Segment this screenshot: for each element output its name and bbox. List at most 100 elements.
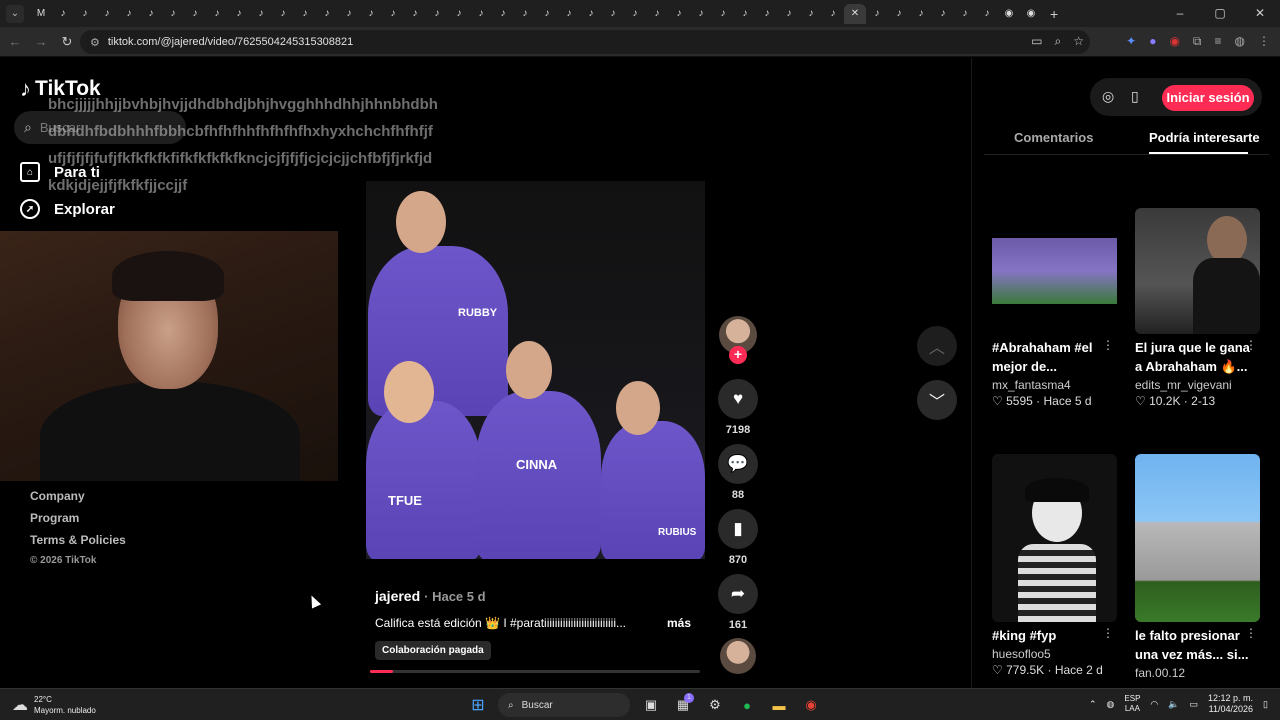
browser-tab[interactable]: ♪ [976, 4, 998, 24]
browser-tab[interactable]: ♪ [800, 4, 822, 24]
browser-tab[interactable]: ♪ [514, 4, 536, 24]
browser-tab[interactable]: M [30, 4, 52, 24]
tab-search-button[interactable]: ⌄ [6, 4, 24, 23]
sidebar-item-para-ti[interactable]: ⌂ Para ti [20, 162, 100, 182]
browser-tab[interactable]: ♪ [250, 4, 272, 24]
save-action[interactable]: ▮ 870 [718, 509, 758, 566]
video-author[interactable]: jajered · Hace 5 d [375, 588, 486, 604]
browser-tab[interactable]: ♪ [558, 4, 580, 24]
browser-tab[interactable]: ♪ [96, 4, 118, 24]
browser-tab[interactable]: ♪ [118, 4, 140, 24]
card-author[interactable]: mx_fantasma4 [992, 378, 1122, 392]
browser-tab[interactable]: ♪ [888, 4, 910, 24]
browser-tab[interactable]: ♪ [206, 4, 228, 24]
search-box[interactable]: ⌕ [14, 111, 186, 144]
browser-tab[interactable]: ♪ [756, 4, 778, 24]
browser-tab[interactable]: ♪ [822, 4, 844, 24]
browser-tab[interactable]: ◉ [998, 4, 1020, 24]
taskbar-search[interactable]: ⌕ Buscar [498, 693, 630, 717]
extension-icon[interactable]: ✦ [1126, 34, 1136, 49]
browser-tab[interactable]: ♪ [536, 4, 558, 24]
more-options-icon[interactable]: ⋮ [1102, 626, 1114, 640]
site-info-icon[interactable]: ⚙ [90, 36, 100, 49]
bookmark-star-icon[interactable]: ☆ [1073, 34, 1084, 49]
zoom-icon[interactable]: ⌕ [1055, 34, 1062, 49]
back-icon[interactable]: ← [4, 34, 26, 49]
browser-tab[interactable]: ♪ [932, 4, 954, 24]
previous-video-button[interactable]: ︿ [917, 326, 957, 366]
forward-icon[interactable]: → [30, 34, 52, 49]
author-name[interactable]: jajered [375, 588, 420, 604]
footer-link-terms[interactable]: Terms & Policies [30, 533, 126, 547]
extension-icon[interactable]: ● [1149, 34, 1156, 49]
browser-tab[interactable]: ♪ [448, 4, 470, 24]
profile-avatar[interactable]: ◍ [1235, 34, 1245, 49]
video-thumbnail[interactable] [992, 208, 1117, 334]
browser-tab[interactable]: ♪ [426, 4, 448, 24]
suggested-video-card[interactable]: ⋮ #king #fyp huesofloo5 ♡ 779.5K · Hace … [992, 454, 1122, 677]
video-thumbnail[interactable] [992, 454, 1117, 622]
login-button[interactable]: Iniciar sesión [1162, 85, 1254, 111]
tab-comments[interactable]: Comentarios [1014, 130, 1093, 145]
browser-tab[interactable]: ♪ [734, 4, 756, 24]
browser-tab[interactable]: ♪ [646, 4, 668, 24]
video-thumbnail[interactable] [1135, 454, 1260, 622]
search-input[interactable] [39, 120, 160, 135]
footer-link-company[interactable]: Company [30, 489, 126, 503]
weather-widget[interactable]: ☁ 22°C Mayorm. nublado [12, 694, 96, 716]
language-indicator[interactable]: ESP LAA [1124, 694, 1140, 714]
browser-tab[interactable]: ♪ [316, 4, 338, 24]
browser-tab[interactable]: ♪ [910, 4, 932, 24]
extension-icon[interactable]: ◉ [1169, 34, 1179, 49]
notification-icon[interactable]: ▯ [1263, 699, 1268, 710]
maximize-button[interactable]: ▢ [1200, 0, 1240, 27]
task-view-icon[interactable]: ▣ [640, 697, 662, 713]
more-options-icon[interactable]: ⋮ [1245, 626, 1257, 640]
share-action[interactable]: ➦ 161 [718, 574, 758, 631]
browser-tab[interactable]: ♪ [580, 4, 602, 24]
menu-dots-icon[interactable]: ⋮ [1258, 34, 1270, 49]
browser-tab[interactable]: ♪ [492, 4, 514, 24]
wifi-icon[interactable]: ◠ [1150, 699, 1158, 710]
browser-tab[interactable]: ♪ [140, 4, 162, 24]
follow-button[interactable]: + [729, 346, 747, 364]
browser-tab[interactable]: ♪ [602, 4, 624, 24]
browser-tab[interactable]: ♪ [74, 4, 96, 24]
footer-link-program[interactable]: Program [30, 511, 126, 525]
battery-icon[interactable]: ▭ [1190, 699, 1199, 710]
browser-tab[interactable]: ♪ [272, 4, 294, 24]
more-options-icon[interactable]: ⋮ [1245, 338, 1257, 352]
media-icon[interactable]: ≡ [1215, 34, 1222, 49]
browser-tab[interactable]: ♪ [668, 4, 690, 24]
sound-avatar[interactable] [720, 638, 756, 674]
minimize-button[interactable]: – [1160, 0, 1200, 27]
browser-tab[interactable]: ◉ [1020, 4, 1042, 24]
compass-icon[interactable]: ◎ [1102, 88, 1114, 105]
browser-tab[interactable]: ♪ [228, 4, 250, 24]
new-tab-button[interactable]: + [1050, 6, 1058, 22]
share-icon[interactable]: ➦ [718, 574, 758, 614]
phone-icon[interactable]: ▯ [1131, 88, 1139, 105]
browser-tab[interactable]: ♪ [470, 4, 492, 24]
reload-icon[interactable]: ↻ [56, 34, 78, 50]
video-progress-bar[interactable] [370, 670, 700, 673]
browser-tab[interactable]: ✕ [844, 3, 866, 24]
comment-icon[interactable]: 💬 [718, 444, 758, 484]
tray-icon[interactable]: ◍ [1107, 699, 1115, 710]
chevron-up-icon[interactable]: ⌃ [1089, 699, 1097, 710]
close-window-button[interactable]: ✕ [1240, 0, 1280, 27]
settings-icon[interactable]: ⚙ [704, 697, 726, 713]
card-author[interactable]: edits_mr_vigevani [1135, 378, 1265, 392]
tab-suggested[interactable]: Podría interesarte [1149, 130, 1260, 145]
browser-tab[interactable]: ♪ [624, 4, 646, 24]
heart-icon[interactable]: ♥ [718, 379, 758, 419]
more-link[interactable]: más [667, 616, 691, 630]
browser-tab[interactable]: ♪ [360, 4, 382, 24]
browser-tab[interactable]: ♪ [382, 4, 404, 24]
store-icon[interactable]: ▦ 1 [672, 693, 694, 713]
browser-tab[interactable]: ♪ [294, 4, 316, 24]
comment-action[interactable]: 💬 88 [718, 444, 758, 501]
browser-tab[interactable]: ♪ [778, 4, 800, 24]
volume-icon[interactable]: 🔈 [1168, 699, 1179, 710]
browser-tab[interactable]: ♪ [52, 4, 74, 24]
